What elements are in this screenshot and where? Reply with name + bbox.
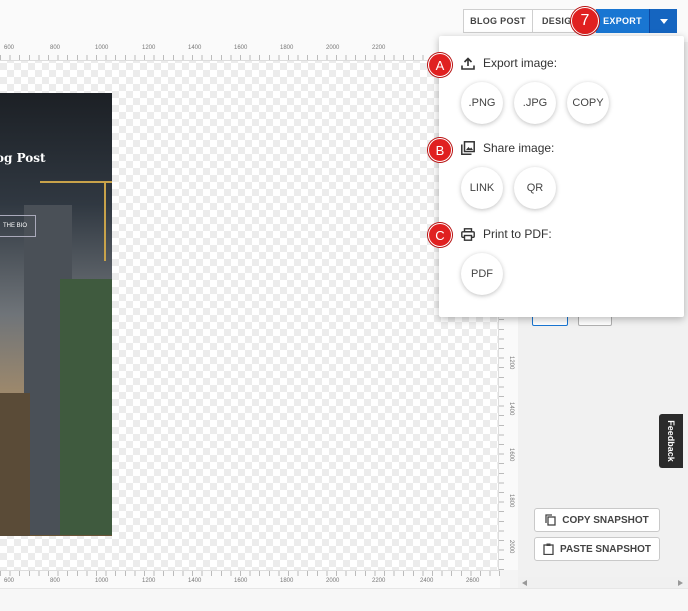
export-jpg-button[interactable]: .JPG (514, 82, 556, 124)
annotation-badge-7: 7 (571, 7, 599, 35)
feedback-tab[interactable]: Feedback (659, 414, 683, 468)
annotation-badge-c: C (428, 223, 452, 247)
crane-mast (104, 181, 106, 261)
ruler-tick: 1400 (188, 45, 202, 51)
ruler-tick: 2000 (508, 540, 514, 554)
ruler-tick: 1000 (95, 45, 109, 51)
printer-icon (461, 227, 475, 241)
annotation-badge-a: A (428, 53, 452, 77)
ruler-tick: 1200 (142, 45, 156, 51)
paste-snapshot-label: PASTE SNAPSHOT (560, 543, 651, 555)
ruler-tick: 1400 (188, 578, 202, 584)
ruler-tick: 1400 (508, 402, 514, 416)
scroll-right-icon[interactable] (678, 580, 683, 586)
print-pdf-header: Print to PDF: (461, 227, 552, 241)
ruler-tick: 2600 (466, 578, 480, 584)
ruler-bottom: 600 800 1000 1200 1400 1600 1800 2000 22… (0, 570, 500, 589)
scroll-left-icon[interactable] (522, 580, 527, 586)
print-pdf-button[interactable]: PDF (461, 253, 503, 295)
ruler-tick: 2200 (372, 45, 386, 51)
ruler-tick: 800 (50, 578, 61, 584)
image-icon (461, 141, 475, 155)
site-ground (0, 393, 30, 536)
ruler-top: 600 800 1000 1200 1400 1600 1800 2000 22… (0, 42, 498, 61)
crane-arm (40, 181, 112, 183)
ruler-tick: 1600 (508, 448, 514, 462)
export-menu: Export image: .PNG .JPG COPY Share image… (439, 36, 684, 317)
tower-building-green (60, 279, 112, 535)
feedback-label: Feedback (666, 420, 676, 462)
annotation-badge-b: B (428, 138, 452, 162)
ruler-tick: 1000 (95, 578, 109, 584)
ruler-tick: 2400 (420, 578, 434, 584)
share-image-title: Share image: (483, 141, 555, 155)
ruler-tick: 800 (50, 45, 61, 51)
paste-snapshot-button[interactable]: PASTE SNAPSHOT (534, 537, 660, 561)
ruler-tick: 2000 (326, 45, 340, 51)
share-link-button[interactable]: LINK (461, 167, 503, 209)
ruler-tick: 1800 (280, 578, 294, 584)
share-image-header: Share image: (461, 141, 554, 155)
clipboard-icon (543, 543, 554, 555)
bottom-bar (0, 588, 688, 611)
copy-snapshot-button[interactable]: COPY SNAPSHOT (534, 508, 660, 532)
upload-icon (461, 56, 475, 70)
post-title: og Post (0, 151, 46, 165)
ruler-tick: 1600 (234, 45, 248, 51)
caret-down-icon (659, 18, 668, 24)
copy-snapshot-label: COPY SNAPSHOT (562, 514, 649, 526)
ruler-tick: 1200 (142, 578, 156, 584)
export-dropdown-button[interactable] (649, 9, 677, 33)
copy-icon (545, 514, 556, 526)
ruler-tick: 600 (4, 578, 15, 584)
ruler-tick: 1800 (508, 494, 514, 508)
print-pdf-title: Print to PDF: (483, 227, 552, 241)
export-button[interactable]: EXPORT (596, 9, 649, 33)
export-image-title: Export image: (483, 56, 558, 70)
ruler-tick: 1800 (280, 45, 294, 51)
ruler-tick: 1600 (234, 578, 248, 584)
ruler-tick: 1200 (508, 356, 514, 370)
post-cta-button: THE BIO (0, 215, 36, 237)
ruler-tick: 2200 (372, 578, 386, 584)
share-qr-button[interactable]: QR (514, 167, 556, 209)
export-copy-button[interactable]: COPY (567, 82, 609, 124)
export-png-button[interactable]: .PNG (461, 82, 503, 124)
ruler-tick: 600 (4, 45, 15, 51)
blog-post-image[interactable]: og Post THE BIO (0, 93, 112, 536)
ruler-tick: 2000 (326, 578, 340, 584)
tab-blog-post[interactable]: BLOG POST (463, 9, 533, 33)
export-image-header: Export image: (461, 56, 557, 70)
